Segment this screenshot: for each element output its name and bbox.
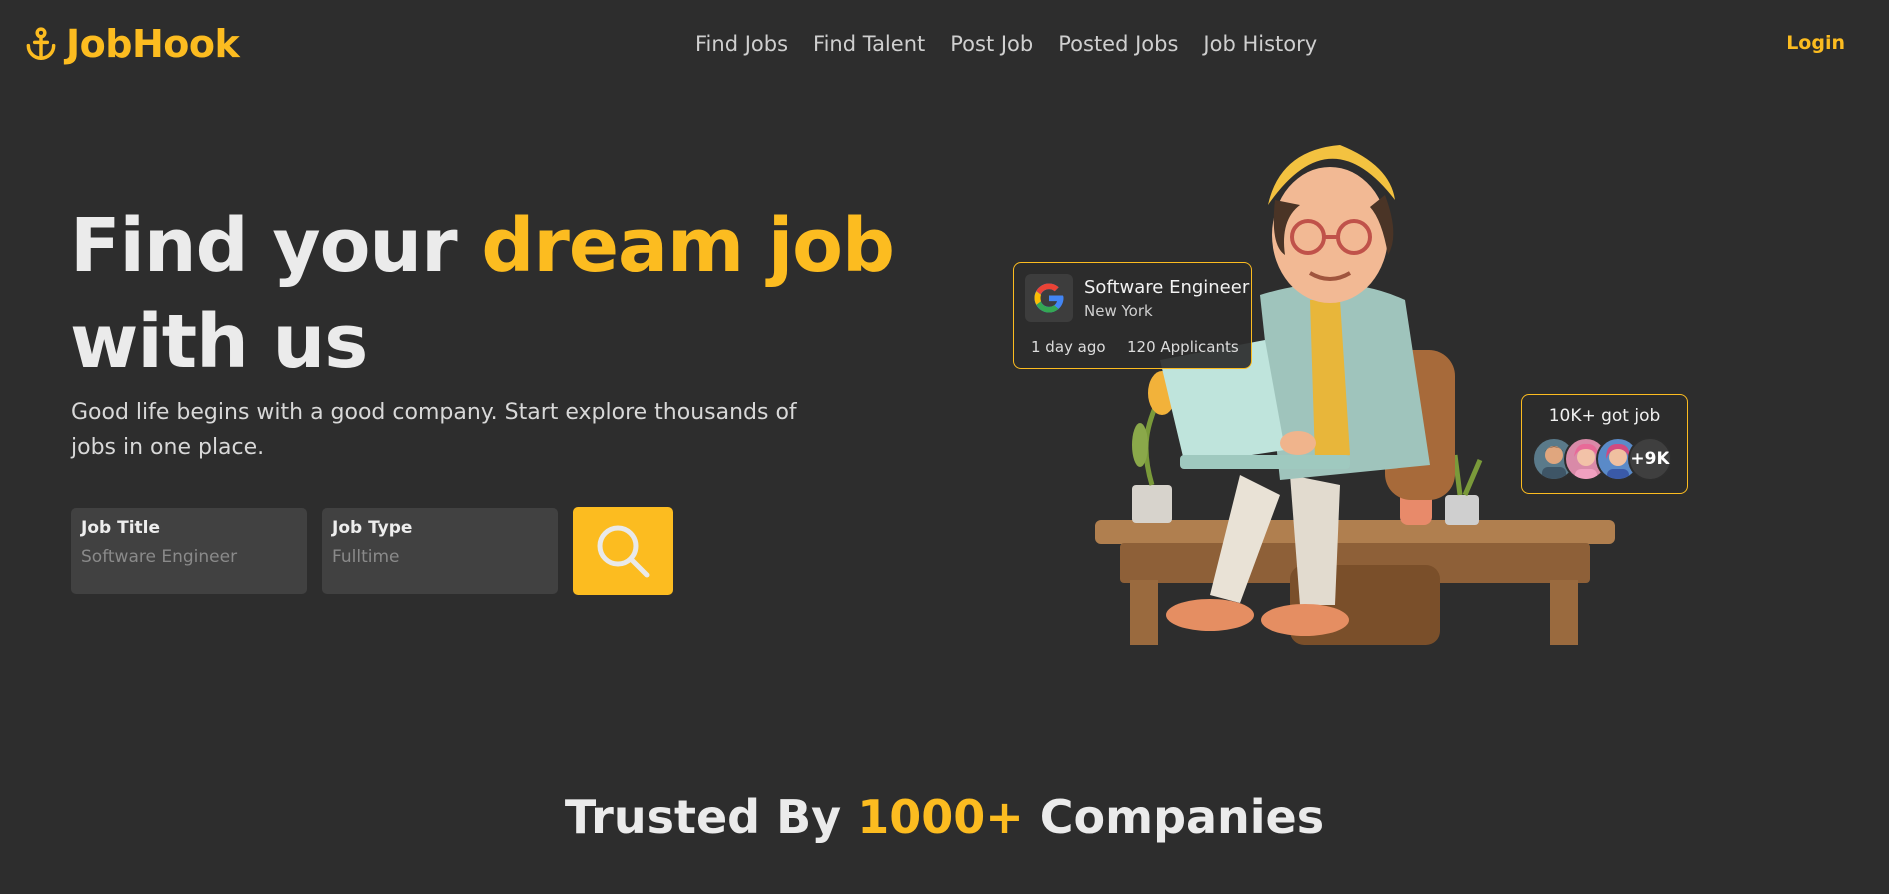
job-card-location: New York (1084, 302, 1153, 320)
trusted-prefix: Trusted By (564, 790, 858, 844)
hero-title: Find your dream job with us (70, 198, 895, 390)
job-type-input[interactable] (332, 547, 548, 567)
avatar-group: +9K (1532, 437, 1672, 481)
google-logo-icon (1025, 274, 1073, 322)
nav-find-jobs[interactable]: Find Jobs (695, 32, 788, 56)
job-card[interactable]: Software Engineer New York 1 day ago 120… (1013, 262, 1252, 369)
job-title-label: Job Title (81, 518, 160, 538)
search-button[interactable] (573, 507, 673, 595)
trusted-accent: 1000+ (857, 790, 1024, 844)
hero-title-accent: dream job (481, 203, 895, 289)
search-icon (597, 525, 650, 578)
anchor-icon (26, 27, 56, 60)
job-title-field[interactable]: Job Title (71, 508, 307, 594)
job-type-field[interactable]: Job Type (322, 508, 558, 594)
hero-title-part2: with us (70, 299, 368, 385)
hero-subtitle: Good life begins with a good company. St… (71, 400, 797, 460)
avatar-more-count: +9K (1628, 437, 1672, 481)
nav-posted-jobs[interactable]: Posted Jobs (1058, 32, 1178, 56)
nav-post-job[interactable]: Post Job (950, 32, 1033, 56)
job-title-input[interactable] (81, 547, 297, 567)
trusted-suffix: Companies (1023, 790, 1325, 844)
job-type-label: Job Type (332, 518, 413, 538)
nav-find-talent[interactable]: Find Talent (813, 32, 925, 56)
main-nav: Find Jobs Find Talent Post Job Posted Jo… (695, 32, 1317, 56)
login-button[interactable]: Login (1786, 32, 1845, 54)
trusted-heading: Trusted By 1000+ Companies (0, 790, 1889, 844)
hero-title-part1: Find your (70, 203, 482, 289)
job-card-applicants: 120 Applicants (1127, 338, 1239, 356)
job-card-posted: 1 day ago (1031, 338, 1106, 356)
job-card-title: Software Engineer (1084, 277, 1250, 298)
nav-job-history[interactable]: Job History (1203, 32, 1317, 56)
stat-label: 10K+ got job (1548, 406, 1661, 426)
logo-text: JobHook (66, 22, 240, 66)
stat-card: 10K+ got job +9K (1521, 394, 1688, 494)
logo[interactable]: JobHook (22, 22, 240, 66)
